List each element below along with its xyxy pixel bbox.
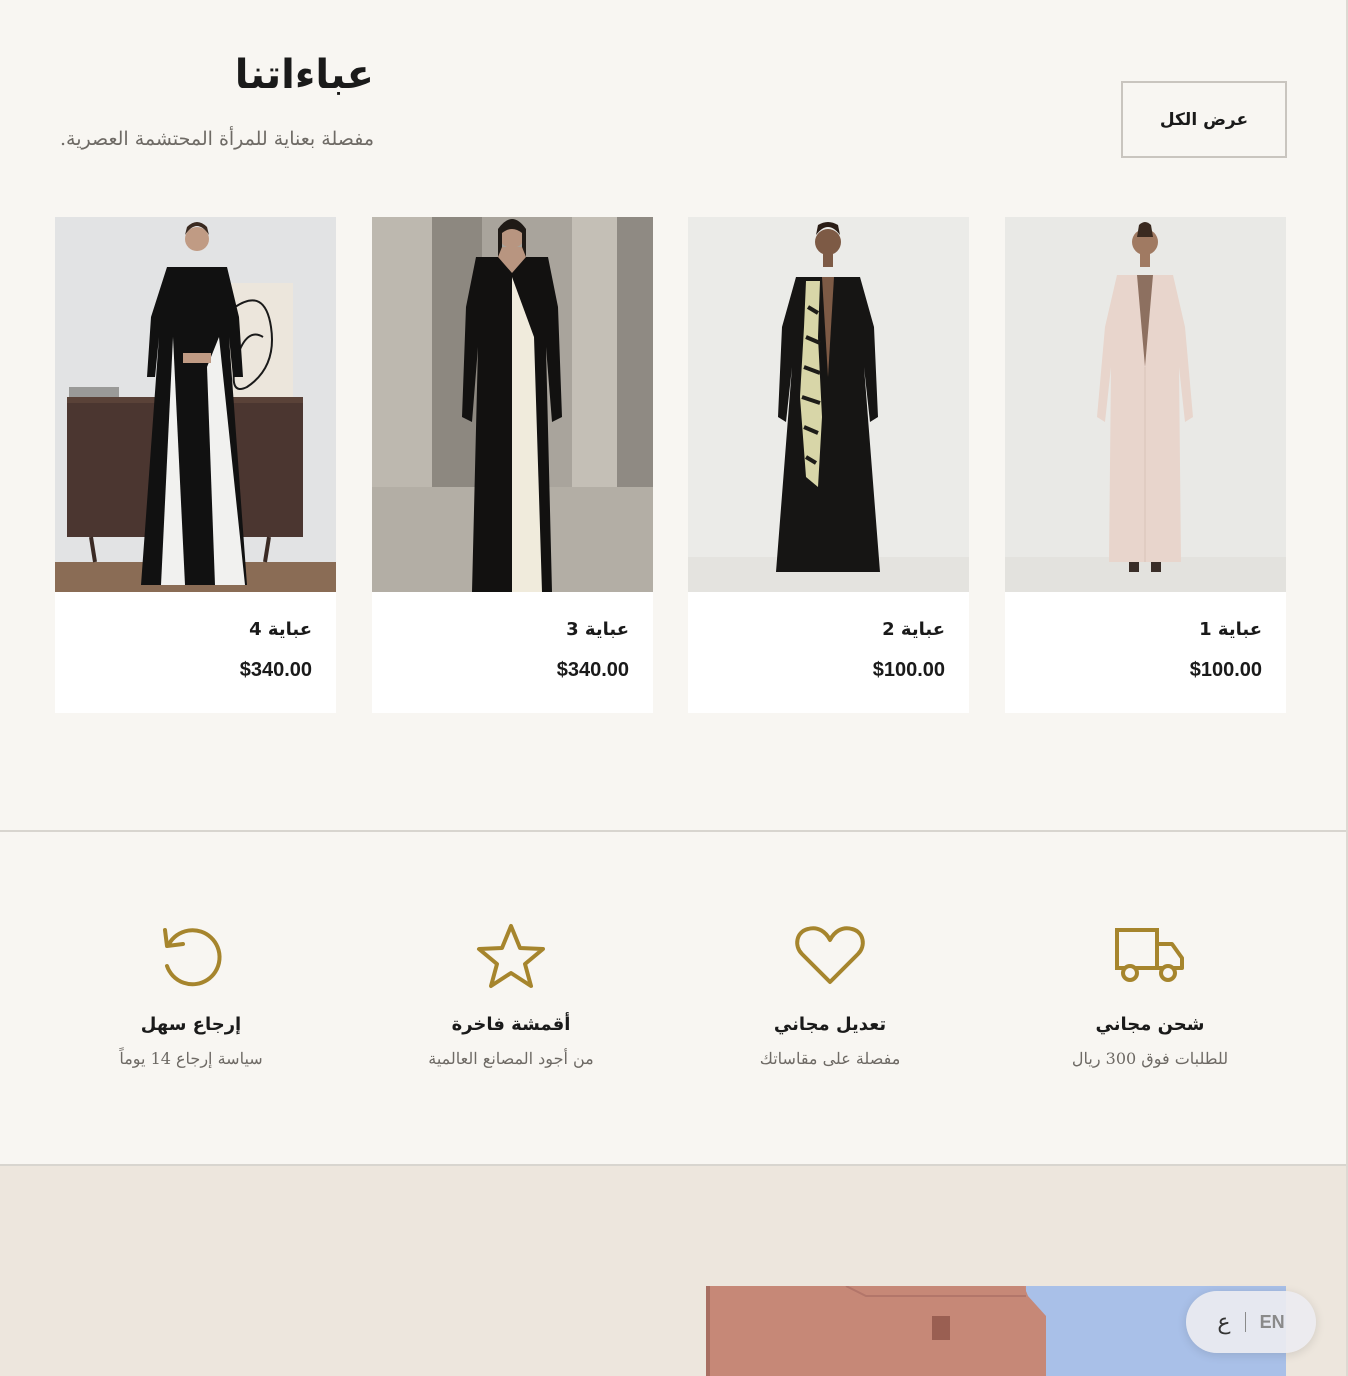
product-price: $100.00: [872, 659, 945, 681]
feature-title: إرجاع سهل: [140, 1014, 242, 1035]
feature-easy-returns: إرجاع سهل سياسة إرجاع 14 يوماً: [66, 920, 316, 1068]
product-name[interactable]: عباية 2: [882, 619, 945, 640]
feature-description: مفصلة على مقاساتك: [759, 1049, 901, 1068]
product-price: $340.00: [239, 659, 312, 681]
product-image[interactable]: [688, 217, 969, 592]
feature-free-shipping: شحن مجاني للطلبات فوق 300 ريال: [1025, 920, 1275, 1068]
product-price: $340.00: [556, 659, 629, 681]
return-icon: [66, 920, 316, 992]
language-arabic-button[interactable]: ع: [1217, 1309, 1230, 1335]
section-subtitle: مفصلة بعناية للمرأة المحتشمة العصرية.: [59, 128, 374, 150]
product-card[interactable]: عباية 1 $100.00: [1005, 217, 1286, 713]
language-switcher: ع EN: [1186, 1291, 1316, 1353]
product-image[interactable]: [372, 217, 653, 592]
product-name[interactable]: عباية 4: [249, 619, 312, 640]
view-all-button[interactable]: عرض الكل: [1121, 81, 1287, 158]
feature-title: شحن مجاني: [1095, 1014, 1205, 1035]
product-image[interactable]: [1005, 217, 1286, 592]
product-card[interactable]: عباية 4 $340.00: [55, 217, 336, 713]
heart-icon: [705, 920, 955, 992]
section-title: عباءاتنا: [234, 52, 375, 98]
feature-description: للطلبات فوق 300 ريال: [1071, 1049, 1229, 1068]
feature-free-alteration: تعديل مجاني مفصلة على مقاساتك: [705, 920, 955, 1068]
section-divider: [0, 830, 1346, 832]
feature-description: من أجود المصانع العالمية: [428, 1049, 594, 1068]
feature-description: سياسة إرجاع 14 يوماً: [119, 1049, 263, 1068]
truck-icon: [1025, 920, 1275, 992]
star-icon: [386, 920, 636, 992]
product-card[interactable]: عباية 2 $100.00: [688, 217, 969, 713]
feature-title: تعديل مجاني: [773, 1014, 887, 1035]
language-english-button[interactable]: EN: [1260, 1312, 1285, 1333]
feature-luxury-fabrics: أقمشة فاخرة من أجود المصانع العالمية: [386, 920, 636, 1068]
product-price: $100.00: [1189, 659, 1262, 681]
product-name[interactable]: عباية 3: [566, 619, 629, 640]
product-card[interactable]: عباية 3 $340.00: [372, 217, 653, 713]
feature-title: أقمشة فاخرة: [451, 1014, 571, 1035]
product-name[interactable]: عباية 1: [1199, 619, 1262, 640]
product-image[interactable]: [55, 217, 336, 592]
language-separator: [1244, 1312, 1246, 1332]
